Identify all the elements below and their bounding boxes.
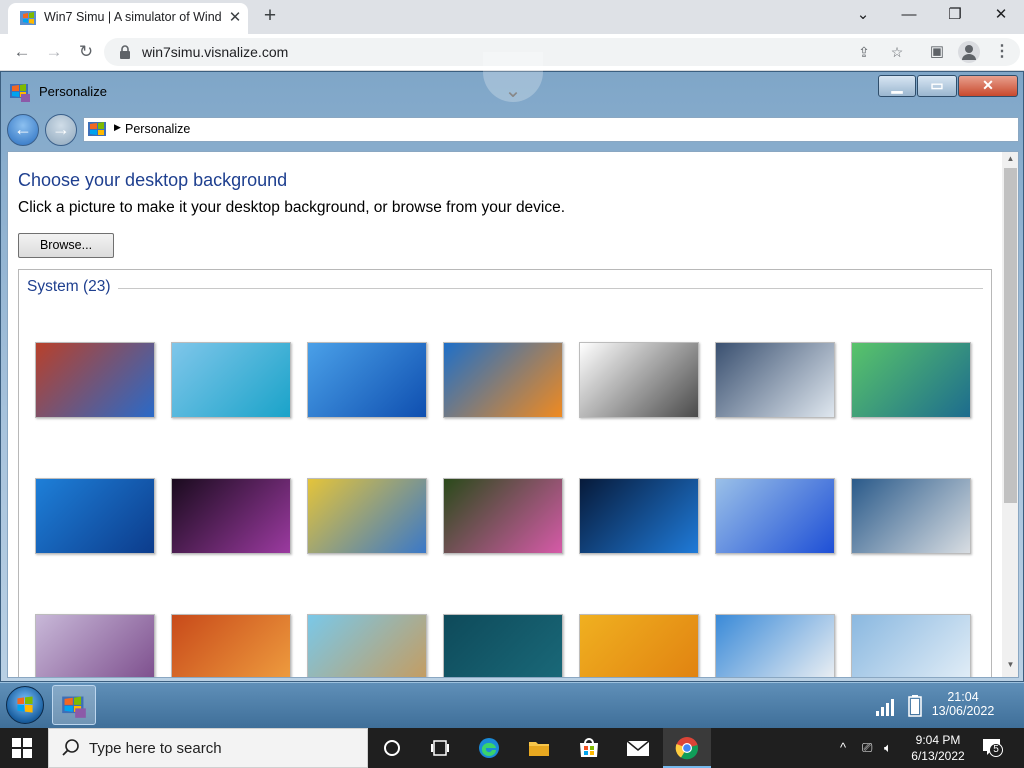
scroll-up-arrow-icon[interactable]: ▲ (1002, 154, 1018, 166)
wallpaper-frozen-lake[interactable] (715, 342, 835, 418)
minimize-icon[interactable]: — (886, 0, 932, 30)
microsoft-store-icon[interactable] (577, 736, 601, 760)
wallpaper-clouds[interactable] (851, 614, 971, 677)
group-header: System (23) (27, 278, 111, 295)
window-title: Personalize (39, 84, 107, 99)
group-divider (118, 288, 983, 289)
network-icon[interactable]: ⎚ (862, 740, 872, 756)
notification-center-icon[interactable]: 5 (982, 738, 1004, 758)
profile-avatar-icon[interactable] (958, 41, 980, 63)
forward-arrow-icon[interactable]: → (40, 38, 68, 66)
win7-clock[interactable]: 21:04 13/06/2022 (928, 690, 998, 718)
page-subtitle: Click a picture to make it your desktop … (18, 199, 566, 216)
window-minimize-button[interactable]: ▁ (878, 75, 916, 97)
personalize-small-icon (88, 122, 106, 136)
wallpaper-orange-fish[interactable] (443, 342, 563, 418)
wallpaper-metal-spheres[interactable] (851, 478, 971, 554)
scroll-thumb[interactable] (1004, 168, 1017, 503)
explorer-forward-button[interactable]: → (45, 114, 77, 146)
reload-icon[interactable]: ↻ (72, 38, 100, 66)
tab-search-chevron-icon[interactable]: ⌄ (840, 0, 886, 30)
host-taskbar: Type here to search ^ ⎚ 🔈︎ 9:04 PM 6/13/… (0, 728, 1024, 768)
battery-icon[interactable] (908, 695, 922, 717)
browse-button[interactable]: Browse... (18, 233, 114, 258)
address-bar[interactable]: win7simu.visnalize.com ⇪ ☆ (104, 38, 1020, 66)
wallpaper-purple-dahlia[interactable] (171, 478, 291, 554)
wallpaper-windows-8-yellow[interactable] (579, 614, 699, 677)
wallpaper-space-needle[interactable] (35, 342, 155, 418)
win7simu-favicon-icon (20, 11, 36, 25)
task-view-icon[interactable] (428, 736, 452, 760)
wallpaper-daisies[interactable] (715, 614, 835, 677)
wallpaper-windows-7-default[interactable] (307, 342, 427, 418)
tab-close-icon[interactable]: ✕ (225, 8, 245, 28)
win7-time: 21:04 (947, 690, 979, 704)
scroll-down-arrow-icon[interactable]: ▼ (1002, 660, 1018, 672)
page-heading: Choose your desktop background (18, 170, 288, 190)
close-window-icon[interactable]: ✕ (978, 0, 1024, 30)
wallpaper-yellow-tulips[interactable] (307, 478, 427, 554)
wallpaper-gallery: System (23) (18, 269, 992, 677)
notification-count: 5 (989, 743, 1003, 757)
edge-browser-icon[interactable] (477, 736, 501, 760)
win7-taskbar: 21:04 13/06/2022 (0, 682, 1024, 728)
explorer-address-row: ← → ▶ Personalize (5, 114, 1021, 146)
chrome-taskbar-button[interactable] (663, 728, 711, 768)
host-clock[interactable]: 9:04 PM 6/13/2022 (902, 732, 974, 764)
explorer-back-button[interactable]: ← (7, 114, 39, 146)
bookmark-star-icon[interactable]: ☆ (887, 42, 907, 62)
tray-overflow-icon[interactable]: ^ (840, 740, 846, 755)
wallpaper-blue-sky-light[interactable] (35, 478, 155, 554)
chrome-icon (675, 737, 699, 760)
content-scrollbar[interactable]: ▲ ▼ (1002, 152, 1018, 677)
search-icon (62, 739, 79, 756)
file-explorer-icon[interactable] (527, 736, 551, 760)
browser-tab[interactable]: Win7 Simu | A simulator of Windows 7 ✕ (8, 3, 248, 34)
wallpaper-red-canyon[interactable] (171, 614, 291, 677)
wallpaper-water-lilies[interactable] (443, 478, 563, 554)
breadcrumb-arrow-icon[interactable]: ▶ (114, 122, 121, 133)
simulator-chevron-icon[interactable]: ⌄ (483, 52, 543, 102)
wallpaper-windows-10[interactable] (579, 478, 699, 554)
window-close-button[interactable]: ✕ (958, 75, 1018, 97)
lock-icon (120, 45, 130, 59)
personalize-taskbar-icon (62, 696, 86, 718)
breadcrumb-personalize[interactable]: Personalize (125, 122, 190, 136)
url-text: win7simu.visnalize.com (142, 44, 289, 60)
wallpaper-lavender-field[interactable] (35, 614, 155, 677)
personalize-content: Choose your desktop background Click a p… (7, 151, 1019, 678)
personalize-window: Personalize ⌄ ▁ ▭ ✕ ← → ▶ Personalize Ch… (0, 52, 1024, 682)
cortana-icon[interactable] (380, 736, 404, 760)
win7-start-button[interactable] (6, 686, 44, 724)
chrome-menu-icon[interactable]: ⋮ (992, 42, 1012, 62)
back-arrow-icon[interactable]: ← (8, 38, 36, 66)
windows-start-icon[interactable] (12, 738, 32, 758)
share-icon[interactable]: ⇪ (854, 42, 874, 62)
wallpaper-green-aurora[interactable] (851, 342, 971, 418)
side-panel-icon[interactable]: ▣ (927, 42, 947, 62)
tab-title: Win7 Simu | A simulator of Windows 7 (44, 10, 222, 24)
taskbar-search-box[interactable]: Type here to search (48, 728, 368, 768)
taskbar-personalize-button[interactable] (52, 685, 96, 725)
windows-logo-icon (17, 696, 33, 713)
wallpaper-dark-teal[interactable] (443, 614, 563, 677)
wallpaper-tropical-sea[interactable] (171, 342, 291, 418)
host-time: 9:04 PM (915, 733, 961, 747)
search-placeholder: Type here to search (89, 740, 222, 757)
wallpaper-suitcase[interactable] (579, 342, 699, 418)
wallpaper-windows-11-bloom[interactable] (715, 478, 835, 554)
window-maximize-button[interactable]: ▭ (917, 75, 957, 97)
wallpaper-floating-city[interactable] (307, 614, 427, 677)
host-date: 6/13/2022 (911, 749, 965, 763)
mail-icon[interactable] (626, 736, 650, 760)
browser-tab-strip: Win7 Simu | A simulator of Windows 7 ✕ +… (0, 0, 1024, 34)
new-tab-button[interactable]: + (258, 5, 282, 29)
restore-icon[interactable]: ❐ (932, 0, 978, 30)
explorer-address-bar[interactable]: ▶ Personalize (83, 117, 1019, 142)
volume-icon[interactable]: 🔈︎ (884, 740, 892, 756)
win7-desktop: Personalize ⌄ ▁ ▭ ✕ ← → ▶ Personalize Ch… (0, 52, 1024, 728)
personalize-app-icon (10, 84, 30, 102)
network-signal-icon[interactable] (876, 696, 898, 716)
win7-date: 13/06/2022 (931, 704, 995, 718)
